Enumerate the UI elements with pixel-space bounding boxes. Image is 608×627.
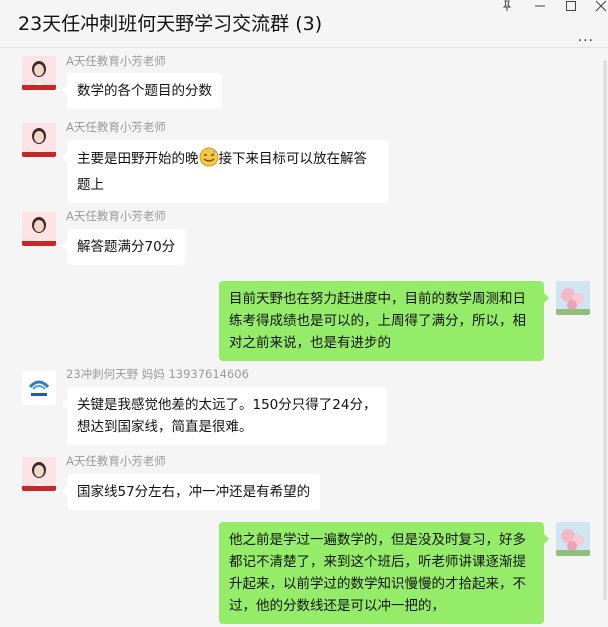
message-bubble[interactable]: 数学的各个题目的分数 xyxy=(62,73,222,109)
pin-icon[interactable] xyxy=(497,0,517,16)
message-text: 他之前是学过一遍数学的，但是没及时复习，好多都记不清楚了，来到这个班后，听老师讲… xyxy=(229,532,526,614)
message-text: 关键是我感觉他差的太远了。150分只得了24分，想达到国家线，简直是很难。 xyxy=(77,397,377,435)
sender-name: 23冲刺何天野 妈妈 13937614606 xyxy=(66,367,249,381)
chat-title: 23天任冲刺班何天野学习交流群 (3) xyxy=(18,13,323,35)
sender-name: A天任教育小芳老师 xyxy=(66,120,166,134)
minimize-icon[interactable] xyxy=(530,0,550,16)
title-divider xyxy=(0,47,608,48)
self-avatar[interactable] xyxy=(556,281,590,315)
message-bubble[interactable]: 解答题满分70分 xyxy=(61,229,186,265)
maximize-icon[interactable] xyxy=(561,0,581,16)
title-bar: 23天任冲刺班何天野学习交流群 (3) ··· xyxy=(0,0,608,49)
sender-name: A天任教育小芳老师 xyxy=(66,209,166,223)
parent-avatar[interactable] xyxy=(22,371,56,405)
close-icon[interactable] xyxy=(591,0,608,16)
message-bubble[interactable]: 国家线57分左右，冲一冲还是有希望的 xyxy=(61,474,321,510)
message-text: 数学的各个题目的分数 xyxy=(77,83,212,99)
sweat-smile-emoji-icon xyxy=(199,147,219,174)
message-bubble-self[interactable]: 目前天野也在努力赶进度中，目前的数学周测和日练考得成绩也是可以的，上周得了满分，… xyxy=(219,281,549,361)
teacher-avatar[interactable] xyxy=(22,457,56,491)
self-avatar[interactable] xyxy=(556,522,590,556)
scrollbar[interactable] xyxy=(603,60,607,600)
message-text: 国家线57分左右，冲一冲还是有希望的 xyxy=(77,484,311,500)
message-bubble[interactable]: 关键是我感觉他差的太远了。150分只得了24分，想达到国家线，简直是很难。 xyxy=(62,387,387,445)
message-text: 解答题满分70分 xyxy=(77,239,176,255)
message-bubble[interactable]: 主要是田野开始的晚 接下来目标可以放在解答题上 xyxy=(62,140,389,203)
teacher-avatar[interactable] xyxy=(22,123,56,157)
message-text-part: 主要是田野开始的晚 xyxy=(77,151,199,167)
message-bubble-self[interactable]: 他之前是学过一遍数学的，但是没及时复习，好多都记不清楚了，来到这个班后，听老师讲… xyxy=(219,522,549,624)
teacher-avatar[interactable] xyxy=(22,56,56,90)
message-text: 目前天野也在努力赶进度中，目前的数学周测和日练考得成绩也是可以的，上周得了满分，… xyxy=(229,291,526,351)
teacher-avatar[interactable] xyxy=(22,212,56,246)
sender-name: A天任教育小芳老师 xyxy=(66,54,166,68)
sender-name: A天任教育小芳老师 xyxy=(66,454,166,468)
